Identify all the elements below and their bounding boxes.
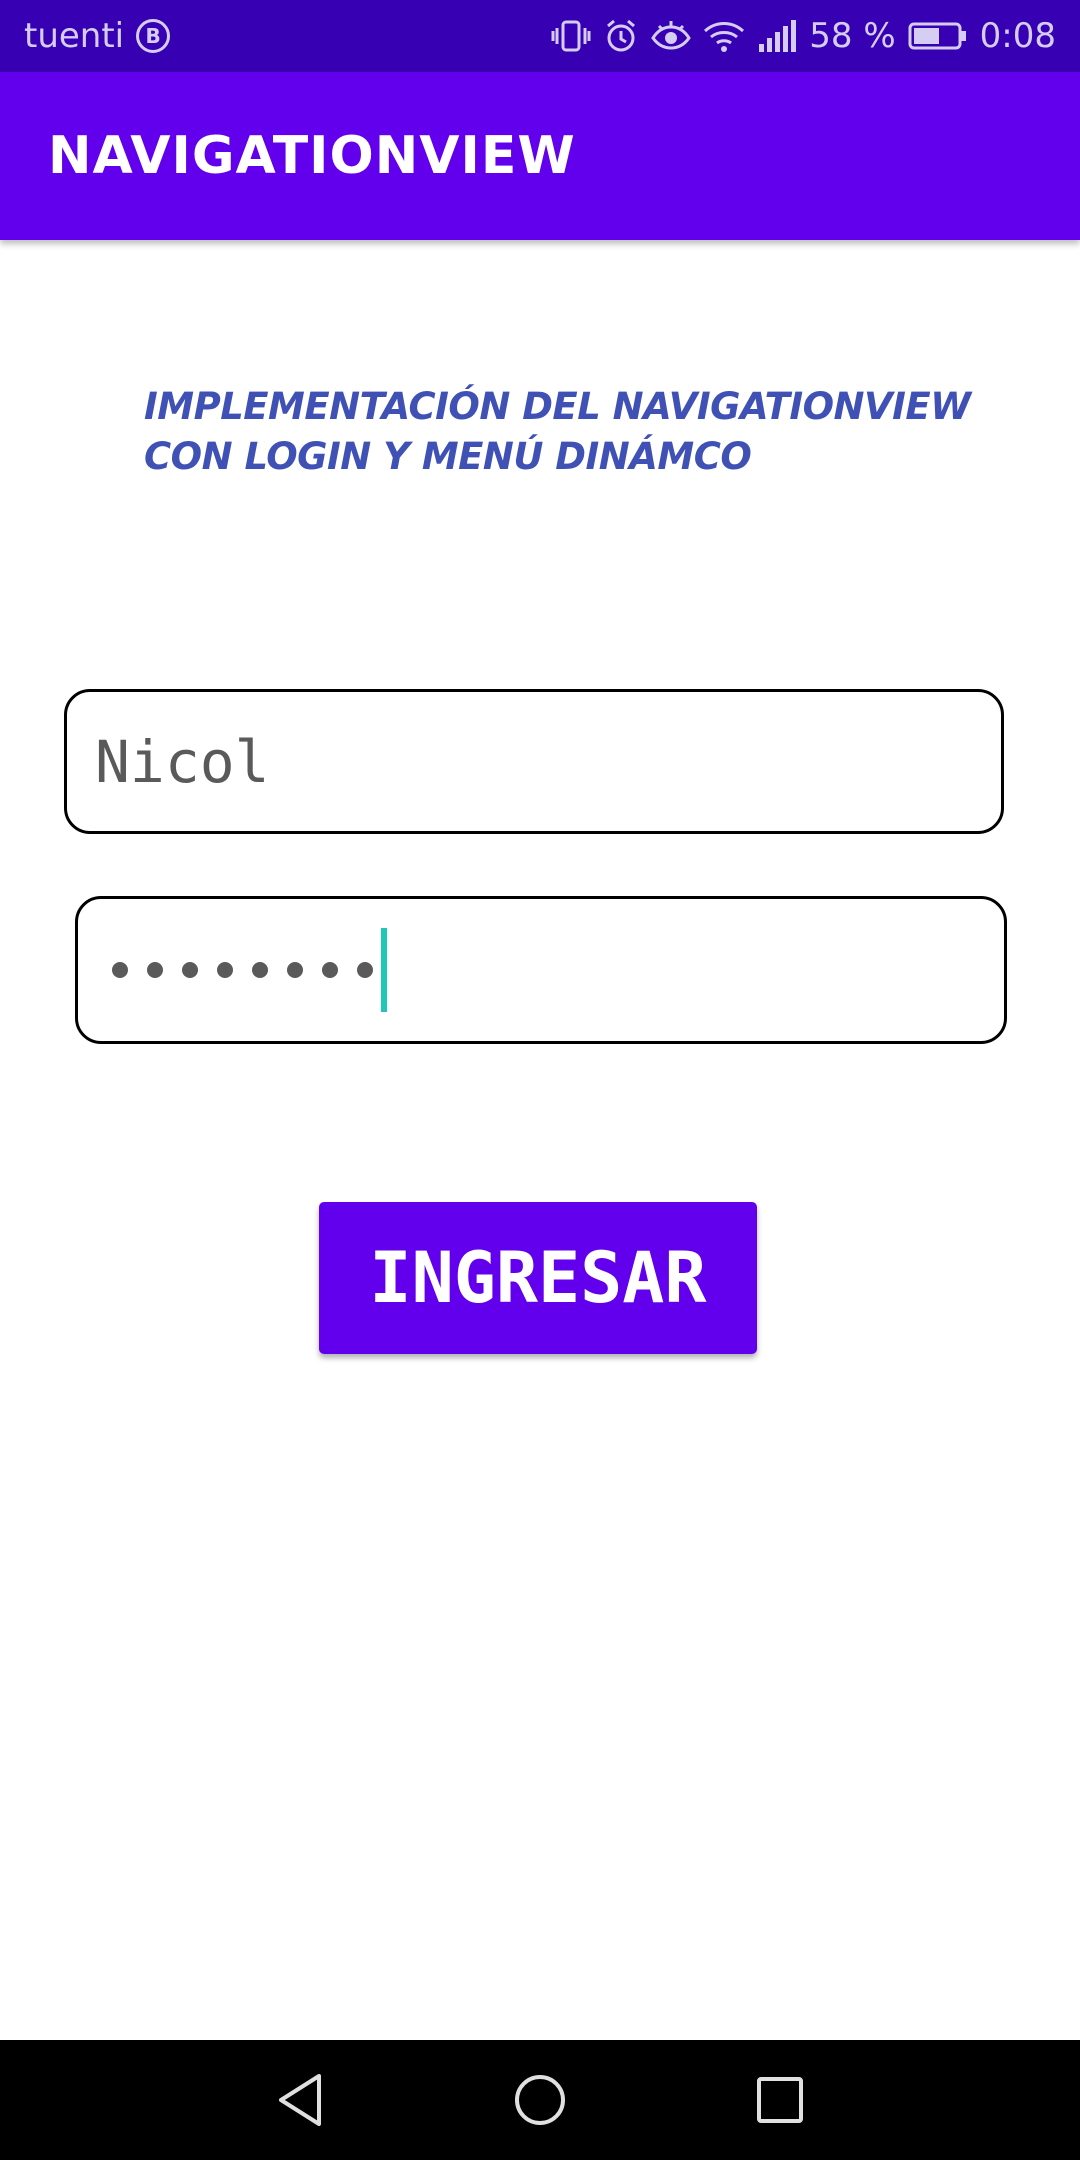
vibrate-icon xyxy=(551,19,591,53)
signal-icon xyxy=(757,20,797,52)
recents-icon[interactable] xyxy=(735,2058,825,2142)
password-dot xyxy=(322,962,338,978)
password-dot xyxy=(217,962,233,978)
carrier-badge: B xyxy=(136,19,171,53)
status-right: 58 % 0:08 xyxy=(551,16,1056,56)
back-icon[interactable] xyxy=(255,2058,345,2142)
password-dot xyxy=(182,962,198,978)
home-icon[interactable] xyxy=(495,2058,585,2142)
battery-icon xyxy=(908,21,968,51)
battery-percent: 58 % xyxy=(809,16,896,56)
password-field[interactable] xyxy=(75,896,1007,1044)
text-cursor xyxy=(381,928,387,1012)
clock: 0:08 xyxy=(979,16,1056,56)
password-dot xyxy=(287,962,303,978)
username-field[interactable]: Nicol xyxy=(64,689,1004,834)
app-title: NAVIGATIONVIEW xyxy=(48,126,576,186)
username-value: Nicol xyxy=(95,727,270,796)
password-dot xyxy=(112,962,128,978)
status-left: tuenti B xyxy=(24,16,171,56)
wifi-icon xyxy=(703,19,745,53)
password-mask xyxy=(112,962,373,978)
eye-icon xyxy=(651,21,692,51)
status-bar: tuenti B 58 % 0:08 xyxy=(0,0,1080,72)
page-heading: IMPLEMENTACIÓN DEL NAVIGATIONVIEW CON LO… xyxy=(144,385,971,478)
password-dot xyxy=(252,962,268,978)
app-bar: NAVIGATIONVIEW xyxy=(0,72,1080,240)
nav-bar xyxy=(0,2040,1080,2160)
alarm-icon xyxy=(603,18,639,54)
login-button[interactable]: INGRESAR xyxy=(319,1202,757,1354)
password-dot xyxy=(147,962,163,978)
password-dot xyxy=(357,962,373,978)
carrier-name: tuenti xyxy=(24,16,125,56)
